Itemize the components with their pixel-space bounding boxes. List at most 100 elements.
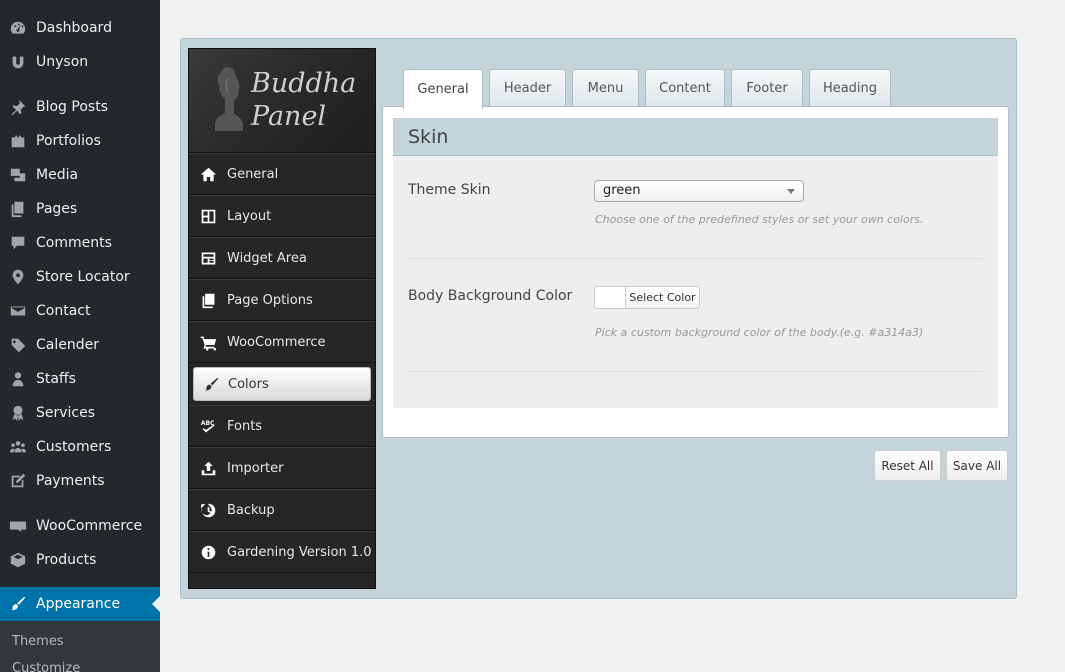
panel-nav-label: WooCommerce — [227, 334, 326, 350]
panel-sidebar: Buddha Panel General Layout Widget Area … — [188, 48, 376, 589]
upload-icon — [189, 460, 227, 477]
panel-logo-title: Buddha Panel — [251, 67, 356, 133]
wp-menu-label: Dashboard — [36, 20, 112, 36]
tab-footer[interactable]: Footer — [731, 69, 803, 107]
tab-menu[interactable]: Menu — [572, 69, 639, 107]
cart-icon — [189, 334, 227, 351]
wp-submenu: Themes Customize — [0, 621, 160, 672]
option-divider — [408, 258, 983, 259]
wp-menu-label: Calender — [36, 337, 99, 353]
wp-menu-label: Comments — [36, 235, 112, 251]
body-bg-label: Body Background Color — [408, 288, 573, 304]
wp-menu-label: Appearance — [36, 596, 121, 612]
tab-general[interactable]: General — [403, 69, 483, 109]
buddha-logo-icon — [215, 67, 243, 131]
brush-icon — [194, 376, 228, 393]
media-icon — [0, 166, 36, 184]
select-color-button[interactable]: Select Color — [625, 286, 700, 309]
panel-nav-layout[interactable]: Layout — [189, 195, 375, 237]
wp-submenu-themes[interactable]: Themes — [12, 634, 64, 649]
info-icon — [189, 544, 227, 561]
save-all-button[interactable]: Save All — [946, 450, 1008, 481]
wp-menu-label: Portfolios — [36, 133, 101, 149]
panel-nav-label: Colors — [228, 376, 269, 392]
wp-menu-label: Unyson — [36, 54, 89, 70]
wp-menu-staffs[interactable]: Staffs — [0, 362, 160, 396]
users-icon — [0, 438, 36, 456]
panel-nav-version[interactable]: Gardening Version 1.0 — [189, 531, 375, 573]
panel-nav-label: General — [227, 166, 279, 182]
wp-menu-services[interactable]: Services — [0, 396, 160, 430]
theme-skin-hint: Choose one of the predefined styles or s… — [595, 213, 924, 226]
wp-menu-customers[interactable]: Customers — [0, 430, 160, 464]
wp-submenu-customize[interactable]: Customize — [12, 661, 80, 672]
wp-menu-woocommerce[interactable]: WooCommerce — [0, 509, 160, 543]
panel-nav-label: Widget Area — [227, 250, 307, 266]
wp-menu-label: Media — [36, 167, 79, 183]
panel-logo: Buddha Panel — [189, 49, 375, 153]
option-divider — [408, 371, 983, 372]
tab-heading[interactable]: Heading — [809, 69, 891, 107]
wp-menu-label: Blog Posts — [36, 99, 108, 115]
panel-nav-label: Backup — [227, 502, 275, 518]
dashboard-icon — [0, 19, 36, 37]
wp-menu-media[interactable]: Media — [0, 158, 160, 192]
wp-menu-dashboard[interactable]: Dashboard — [0, 11, 160, 45]
panel-nav-colors[interactable]: Colors — [193, 367, 371, 401]
wp-menu-label: Staffs — [36, 371, 76, 387]
tab-header[interactable]: Header — [489, 69, 566, 107]
panel-nav-label: Page Options — [227, 292, 313, 308]
panel-nav-fonts[interactable]: ABC Fonts — [189, 405, 375, 447]
section-title: Skin — [408, 126, 449, 148]
wp-menu-products[interactable]: Products — [0, 543, 160, 577]
comments-icon — [0, 234, 36, 252]
tab-content[interactable]: Content — [645, 69, 725, 107]
wp-menu-unyson[interactable]: Unyson — [0, 45, 160, 79]
wp-menu-label: Payments — [36, 473, 105, 489]
layout-icon — [189, 208, 227, 225]
wp-menu-calender[interactable]: Calender — [0, 328, 160, 362]
theme-skin-value: green — [603, 183, 641, 198]
award-icon — [0, 404, 36, 422]
home-icon — [189, 166, 227, 183]
panel-nav-page-options[interactable]: Page Options — [189, 279, 375, 321]
wp-menu-label: Services — [36, 405, 96, 421]
section-header: Skin — [393, 118, 998, 156]
panel-nav-widget-area[interactable]: Widget Area — [189, 237, 375, 279]
widget-icon — [189, 250, 227, 267]
wp-menu-contact[interactable]: Contact — [0, 294, 160, 328]
logo-line-2: Panel — [251, 101, 327, 132]
box-icon — [0, 551, 36, 569]
mail-icon — [0, 302, 36, 320]
fonts-icon: ABC — [189, 418, 227, 435]
theme-skin-select[interactable]: green — [594, 180, 804, 202]
wp-menu-label: WooCommerce — [36, 518, 143, 534]
edit-icon — [0, 472, 36, 490]
panel-nav-label: Importer — [227, 460, 284, 476]
portfolio-icon — [0, 132, 36, 150]
reset-all-button[interactable]: Reset All — [874, 450, 941, 481]
wp-menu-blog-posts[interactable]: Blog Posts — [0, 90, 160, 124]
panel-nav-general[interactable]: General — [189, 153, 375, 195]
wp-menu-portfolios[interactable]: Portfolios — [0, 124, 160, 158]
wp-menu-payments[interactable]: Payments — [0, 464, 160, 498]
panel-nav-woocommerce[interactable]: WooCommerce — [189, 321, 375, 363]
copy-icon — [189, 292, 227, 309]
panel-nav-backup[interactable]: Backup — [189, 489, 375, 531]
unyson-icon — [0, 53, 36, 71]
wp-menu-appearance[interactable]: Appearance — [0, 587, 160, 621]
history-icon — [189, 502, 227, 519]
dropdown-caret-icon — [787, 189, 795, 194]
wp-menu-pages[interactable]: Pages — [0, 192, 160, 226]
tag-icon — [0, 336, 36, 354]
wp-menu-label: Products — [36, 552, 97, 568]
pages-icon — [0, 200, 36, 218]
wp-menu-comments[interactable]: Comments — [0, 226, 160, 260]
panel-nav-label: Gardening Version 1.0 — [227, 544, 372, 560]
color-swatch[interactable] — [594, 286, 626, 309]
body-bg-hint: Pick a custom background color of the bo… — [595, 326, 924, 339]
wp-menu-store-locator[interactable]: Store Locator — [0, 260, 160, 294]
brush-icon — [0, 595, 36, 613]
user-icon — [0, 370, 36, 388]
panel-nav-importer[interactable]: Importer — [189, 447, 375, 489]
